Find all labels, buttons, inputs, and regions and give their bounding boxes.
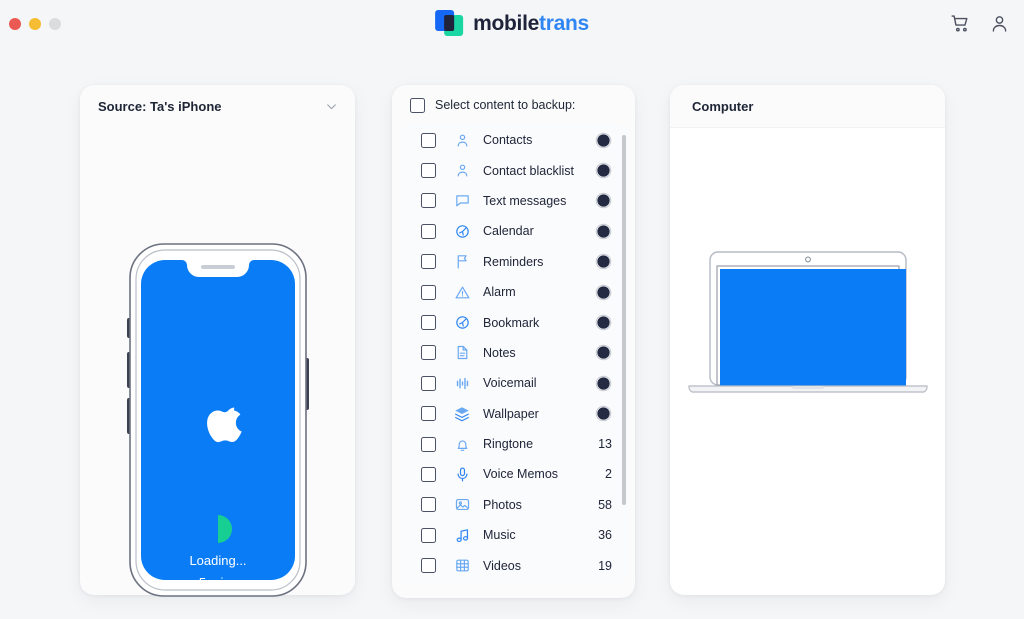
content-item-checkbox[interactable] — [421, 132, 436, 148]
content-item-label: Text messages — [483, 193, 567, 208]
content-list-item[interactable]: Ringtone 13 — [399, 429, 628, 459]
content-item-checkbox[interactable] — [421, 406, 436, 422]
microphone-icon — [453, 465, 471, 483]
content-list[interactable]: Contacts Contact blacklist Text messages Ca… — [399, 125, 628, 585]
photo-icon — [453, 496, 471, 514]
content-list-item[interactable]: Calendar — [399, 216, 628, 246]
content-list-item[interactable]: Photos 58 — [399, 490, 628, 520]
source-panel-header[interactable]: Source: Ta's iPhone — [80, 85, 355, 127]
content-item-label: Calendar — [483, 224, 534, 239]
eta-text: 5 mins — [198, 575, 237, 590]
content-item-label: Contact blacklist — [483, 163, 575, 178]
flag-icon — [453, 253, 471, 271]
app-name-part2: trans — [539, 11, 589, 35]
content-item-label: Bookmark — [483, 315, 540, 330]
content-item-count: 36 — [598, 528, 612, 543]
content-item-checkbox[interactable] — [421, 436, 436, 452]
content-item-label: Contacts — [483, 133, 533, 148]
content-list-item[interactable]: Reminders — [399, 247, 628, 277]
content-item-checkbox[interactable] — [421, 497, 436, 513]
content-item-label: Voicemail — [483, 376, 537, 391]
titlebar-actions — [950, 0, 1010, 47]
target-device-panel: Computer — [670, 85, 945, 595]
voicemail-icon — [453, 374, 471, 392]
content-item-checkbox[interactable] — [421, 223, 436, 239]
content-list-item[interactable]: Notes — [399, 338, 628, 368]
iphone-illustration: Loading... 5 mins — [125, 240, 311, 605]
source-device-panel: Source: Ta's iPhone Loading... 5 mins — [80, 85, 355, 597]
message-icon — [453, 192, 471, 210]
chevron-down-icon[interactable] — [325, 100, 337, 112]
account-icon[interactable] — [989, 13, 1010, 34]
mobiletrans-logo-icon — [435, 10, 464, 36]
select-all-checkbox[interactable] — [410, 97, 425, 113]
loading-text: Loading... — [189, 553, 246, 568]
app-logo: mobiletrans — [435, 6, 589, 40]
laptop-illustration — [679, 250, 937, 405]
bookmark-globe-icon — [453, 314, 471, 332]
window-controls — [9, 5, 61, 42]
content-item-checkbox[interactable] — [421, 193, 436, 209]
content-item-label: Voice Memos — [483, 467, 559, 482]
person-icon — [453, 162, 471, 180]
content-item-label: Notes — [483, 345, 516, 360]
scrollbar-thumb[interactable] — [622, 135, 626, 505]
content-list-item[interactable]: Wallpaper — [399, 399, 628, 429]
content-item-checkbox[interactable] — [421, 163, 436, 179]
calendar-globe-icon — [453, 222, 471, 240]
content-item-checkbox[interactable] — [421, 284, 436, 300]
app-name-part1: mobile — [473, 11, 540, 35]
content-item-count: 13 — [598, 437, 612, 452]
window-titlebar: mobiletrans — [0, 0, 1024, 47]
panel-divider — [670, 127, 945, 128]
content-list-container: Contacts Contact blacklist Text messages Ca… — [399, 125, 628, 585]
target-device-title: Computer — [692, 98, 754, 114]
content-list-item[interactable]: Alarm — [399, 277, 628, 307]
content-item-label: Photos — [483, 497, 522, 512]
select-all-label: Select content to backup: — [435, 98, 576, 112]
content-item-count: 19 — [598, 558, 612, 573]
app-name: mobiletrans — [473, 13, 589, 34]
minimize-button[interactable] — [29, 17, 41, 30]
content-item-checkbox[interactable] — [421, 315, 436, 331]
source-device-title: Source: Ta's iPhone — [98, 98, 222, 114]
target-panel-header: Computer — [670, 85, 945, 127]
content-list-item[interactable]: Music 36 — [399, 520, 628, 550]
content-list-item[interactable]: Voicemail — [399, 368, 628, 398]
content-list-item[interactable]: Contacts — [399, 125, 628, 155]
content-list-item[interactable]: Voice Memos 2 — [399, 459, 628, 489]
select-all-row[interactable]: Select content to backup: — [392, 85, 635, 125]
layers-icon — [453, 405, 471, 423]
cart-icon[interactable] — [950, 13, 971, 34]
content-item-count: 58 — [598, 497, 612, 512]
content-item-checkbox[interactable] — [421, 345, 436, 361]
content-list-item[interactable]: Text messages — [399, 186, 628, 216]
content-item-checkbox[interactable] — [421, 527, 436, 543]
content-item-label: Ringtone — [483, 437, 534, 452]
content-item-label: Music — [483, 528, 516, 543]
note-icon — [453, 344, 471, 362]
music-note-icon — [453, 526, 471, 544]
content-item-label: Wallpaper — [483, 406, 539, 421]
content-item-label: Alarm — [483, 285, 516, 300]
person-icon — [453, 131, 471, 149]
content-item-label: Reminders — [483, 254, 544, 269]
maximize-button[interactable] — [49, 17, 61, 30]
content-selection-panel: Select content to backup: Contacts Contac… — [392, 85, 635, 598]
content-list-item[interactable]: Videos 19 — [399, 550, 628, 580]
content-item-checkbox[interactable] — [421, 466, 436, 482]
content-item-label: Videos — [483, 558, 521, 573]
alarm-triangle-icon — [453, 283, 471, 301]
content-item-count: 2 — [605, 467, 612, 482]
content-item-checkbox[interactable] — [421, 558, 436, 574]
film-icon — [453, 557, 471, 575]
close-button[interactable] — [9, 17, 21, 30]
bell-icon — [453, 435, 471, 453]
content-list-item[interactable]: Contact blacklist — [399, 155, 628, 185]
content-list-scrollbar[interactable] — [622, 135, 626, 575]
content-list-item[interactable]: Bookmark — [399, 307, 628, 337]
content-item-checkbox[interactable] — [421, 375, 436, 391]
content-item-checkbox[interactable] — [421, 254, 436, 270]
